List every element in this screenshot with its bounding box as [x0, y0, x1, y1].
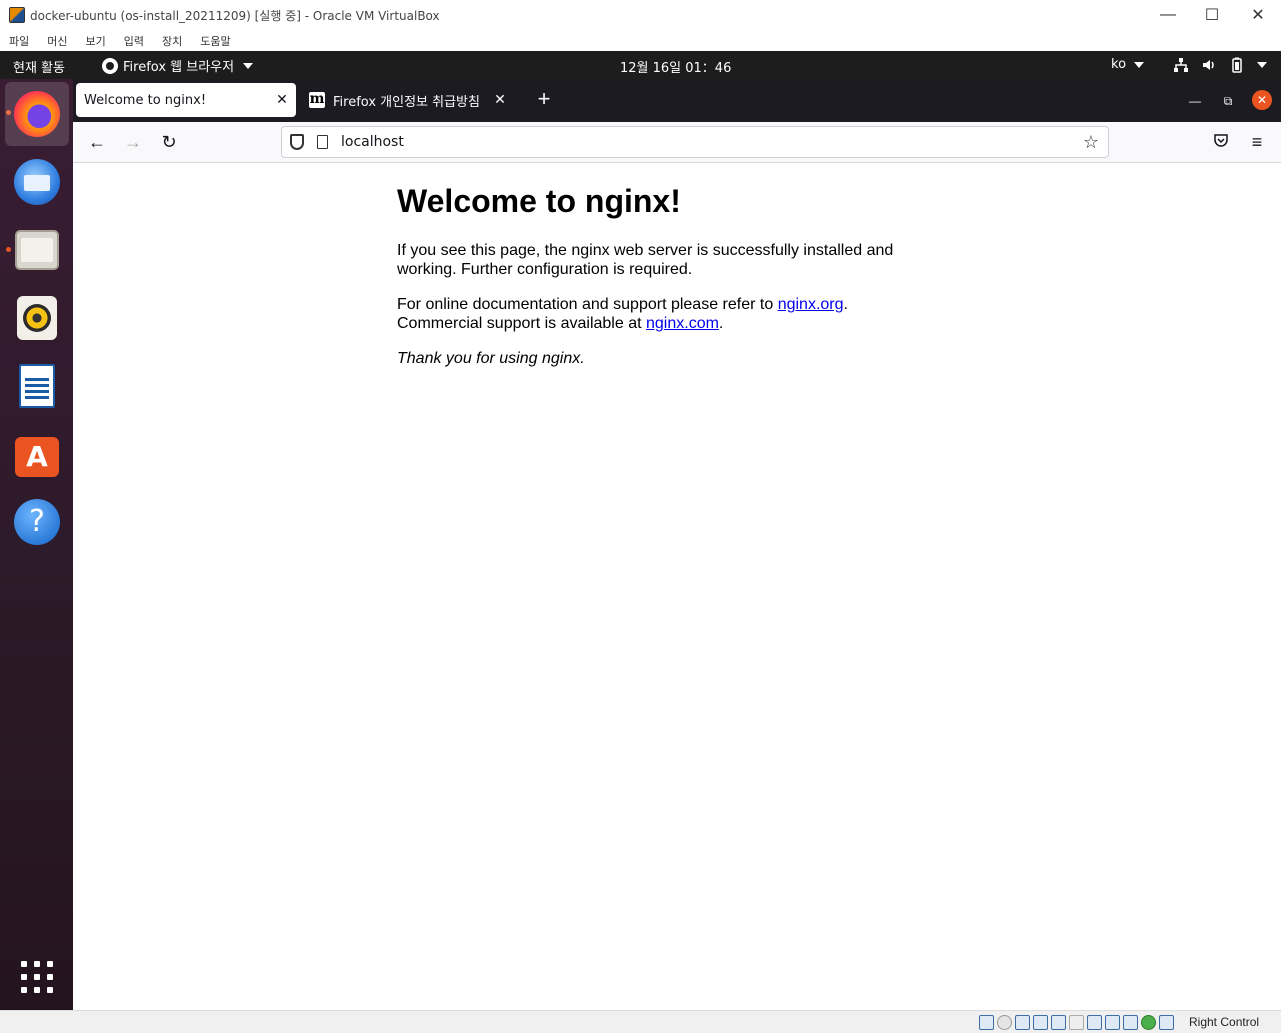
menu-devices[interactable]: 장치	[162, 33, 182, 49]
page-icon[interactable]	[317, 135, 328, 149]
battery-icon[interactable]	[1229, 56, 1245, 74]
mozilla-favicon-icon: m	[309, 91, 325, 108]
app-menu[interactable]: Firefox 웹 브라우저	[102, 56, 254, 75]
clock[interactable]: 12월 16일 01：46	[620, 57, 731, 76]
audio-icon[interactable]	[1015, 1015, 1030, 1030]
dock-software-center[interactable]: A	[5, 422, 69, 486]
activities-button[interactable]: 현재 활동	[13, 57, 65, 76]
firefox-navbar: ← → ↻ localhost ☆ ≡	[73, 122, 1281, 163]
volume-icon[interactable]	[1201, 56, 1217, 74]
docs-paragraph: For online documentation and support ple…	[397, 295, 917, 333]
shield-icon[interactable]	[290, 134, 304, 150]
system-menu-button[interactable]	[1253, 56, 1267, 74]
firefox-icon	[14, 91, 60, 137]
back-button[interactable]: ←	[85, 130, 109, 154]
dock-rhythmbox[interactable]	[5, 286, 69, 350]
chevron-down-icon	[243, 62, 254, 69]
dock-thunderbird[interactable]	[5, 150, 69, 214]
help-icon: ?	[14, 499, 60, 545]
chevron-down-icon	[1257, 62, 1267, 68]
thunderbird-icon	[14, 159, 60, 205]
firefox-tabbar: Welcome to nginx! ✕ m Firefox 개인정보 취급방침 …	[73, 79, 1281, 122]
vbox-titlebar: docker-ubuntu (os-install_20211209) [실행 …	[0, 0, 1281, 30]
virtualization-icon[interactable]	[1123, 1015, 1138, 1030]
dock-files[interactable]	[5, 218, 69, 282]
mouse-integration-icon[interactable]	[1141, 1015, 1156, 1030]
page-heading: Welcome to nginx!	[397, 183, 681, 219]
bookmark-star-icon[interactable]: ☆	[1078, 132, 1104, 153]
close-icon[interactable]: ✕	[1235, 0, 1281, 30]
shared-folders-icon[interactable]	[1069, 1015, 1084, 1030]
thanks-paragraph: Thank you for using nginx.	[397, 349, 917, 368]
intro-paragraph: If you see this page, the nginx web serv…	[397, 242, 894, 278]
minimize-icon[interactable]: —	[1185, 91, 1205, 111]
nginx-com-link[interactable]: nginx.com	[646, 315, 719, 332]
network-icon[interactable]	[1173, 56, 1189, 74]
tab-welcome-nginx[interactable]: Welcome to nginx! ✕	[76, 83, 296, 117]
rhythmbox-icon	[17, 296, 57, 340]
menu-input[interactable]: 입력	[124, 33, 144, 49]
url-text[interactable]: localhost	[341, 134, 1078, 150]
optical-drive-icon[interactable]	[997, 1015, 1012, 1030]
virtualbox-icon	[9, 7, 25, 23]
files-icon	[15, 230, 59, 270]
keyboard-capture-icon[interactable]	[1159, 1015, 1174, 1030]
tab-firefox-privacy[interactable]: m Firefox 개인정보 취급방침 ✕	[302, 83, 514, 117]
network-adapter-icon[interactable]	[1033, 1015, 1048, 1030]
reload-button[interactable]: ↻	[157, 130, 181, 154]
url-bar[interactable]: localhost ☆	[281, 126, 1109, 158]
nginx-org-link[interactable]: nginx.org	[778, 296, 844, 313]
window-title: docker-ubuntu (os-install_20211209) [실행 …	[30, 8, 440, 23]
thanks-text: Thank you for using nginx.	[397, 350, 585, 367]
hamburger-menu-icon[interactable]: ≡	[1245, 130, 1269, 154]
device-status-icons	[979, 1015, 1174, 1030]
page-content: Welcome to nginx! If you see this page, …	[73, 163, 1281, 1010]
vbox-statusbar: Right Control	[0, 1010, 1281, 1033]
docs-period: .	[843, 296, 848, 313]
tab-label: Firefox 개인정보 취급방침	[333, 94, 480, 110]
menu-machine[interactable]: 머신	[47, 33, 67, 49]
commercial-text: Commercial support is available at	[397, 315, 646, 332]
menu-view[interactable]: 보기	[86, 33, 106, 49]
dock-help[interactable]: ?	[5, 490, 69, 554]
tab-close-icon[interactable]: ✕	[272, 92, 292, 108]
app-menu-label: Firefox 웹 브라우저	[123, 60, 235, 75]
menu-help[interactable]: 도움말	[200, 33, 230, 49]
firefox-icon	[102, 57, 118, 74]
host-key-label: Right Control	[1189, 1015, 1260, 1029]
nginx-welcome: Welcome to nginx! If you see this page, …	[397, 183, 917, 384]
chevron-down-icon	[1134, 61, 1145, 68]
commercial-period: .	[718, 315, 724, 332]
restore-icon[interactable]: ⧉	[1218, 91, 1238, 111]
minimize-icon[interactable]: —	[1145, 0, 1191, 30]
menu-file[interactable]: 파일	[9, 33, 29, 49]
new-tab-button[interactable]: +	[532, 87, 556, 111]
tab-label: Welcome to nginx!	[84, 92, 207, 108]
docs-text: For online documentation and support ple…	[397, 296, 778, 313]
vbox-menubar: 파일 머신 보기 입력 장치 도움말	[0, 30, 1281, 51]
forward-button[interactable]: →	[121, 130, 145, 154]
dock-firefox[interactable]	[5, 82, 69, 146]
ubuntu-dock: A ?	[0, 79, 73, 1010]
tab-close-icon[interactable]: ✕	[490, 92, 510, 108]
input-language-label: ko	[1111, 57, 1127, 72]
maximize-icon[interactable]: ☐	[1189, 0, 1235, 30]
recording-icon[interactable]	[1105, 1015, 1120, 1030]
show-applications-icon[interactable]	[21, 961, 53, 993]
close-icon[interactable]: ✕	[1252, 90, 1272, 110]
ubuntu-topbar: 현재 활동 Firefox 웹 브라우저 12월 16일 01：46 ko	[0, 51, 1281, 79]
usb-icon[interactable]	[1051, 1015, 1066, 1030]
hard-disk-icon[interactable]	[979, 1015, 994, 1030]
pocket-icon[interactable]	[1209, 130, 1233, 154]
libreoffice-writer-icon	[19, 364, 55, 408]
display-icon[interactable]	[1087, 1015, 1102, 1030]
input-language[interactable]: ko	[1111, 57, 1145, 72]
dock-libreoffice-writer[interactable]	[5, 354, 69, 418]
software-center-icon: A	[15, 437, 59, 477]
